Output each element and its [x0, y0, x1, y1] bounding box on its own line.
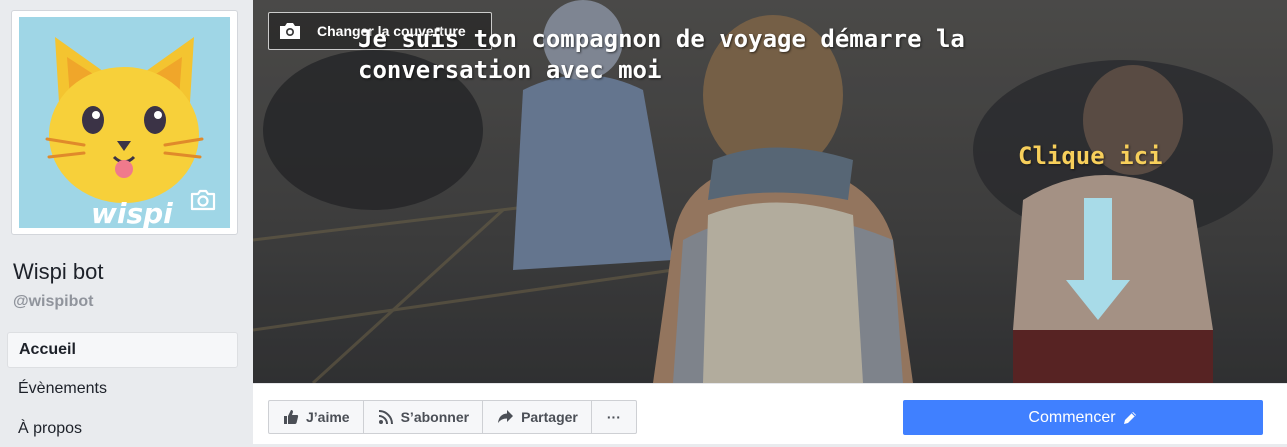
subscribe-label: S’abonner	[400, 409, 470, 425]
get-started-button[interactable]: Commencer	[903, 400, 1263, 435]
nav-item-about[interactable]: À propos	[7, 411, 238, 447]
page-handle[interactable]: @wispibot	[13, 293, 93, 311]
page-actions-group: J’aime S’abonner Partager ···	[268, 400, 637, 434]
camera-icon[interactable]	[189, 186, 217, 214]
nav-item-events[interactable]: Évènements	[7, 371, 238, 407]
camera-icon	[280, 23, 300, 39]
cover-photo[interactable]: Changer la couverture Je suis ton compag…	[253, 0, 1287, 383]
rss-icon	[378, 410, 393, 425]
pencil-icon	[1123, 411, 1136, 424]
cover-overlay-text: Je suis ton compagnon de voyage démarre …	[358, 24, 1058, 86]
action-bar: J’aime S’abonner Partager ··· Commencer	[253, 383, 1287, 444]
avatar-brand-text: wispi	[91, 197, 173, 228]
nav-item-home[interactable]: Accueil	[7, 332, 238, 368]
cover-cta-text: Clique ici	[1018, 142, 1163, 170]
subscribe-button[interactable]: S’abonner	[364, 401, 484, 433]
cover-overlay-line1: Je suis ton compagnon de voyage démarre …	[358, 25, 965, 53]
thumbs-up-icon	[284, 410, 299, 424]
profile-picture-frame[interactable]: wispi	[11, 10, 238, 235]
profile-picture[interactable]: wispi	[19, 17, 230, 228]
left-column: wispi Wispi bot @wispibot Accueil Évènem…	[0, 0, 253, 443]
get-started-label: Commencer	[1028, 408, 1116, 426]
down-arrow-icon	[1066, 198, 1130, 320]
share-label: Partager	[521, 409, 578, 425]
like-label: J’aime	[306, 409, 350, 425]
more-options-button[interactable]: ···	[592, 401, 636, 433]
cover-overlay-line2: conversation avec moi	[358, 56, 662, 84]
share-arrow-icon	[498, 410, 514, 423]
page-name: Wispi bot	[13, 259, 104, 284]
like-button[interactable]: J’aime	[269, 401, 364, 433]
share-button[interactable]: Partager	[483, 401, 592, 433]
